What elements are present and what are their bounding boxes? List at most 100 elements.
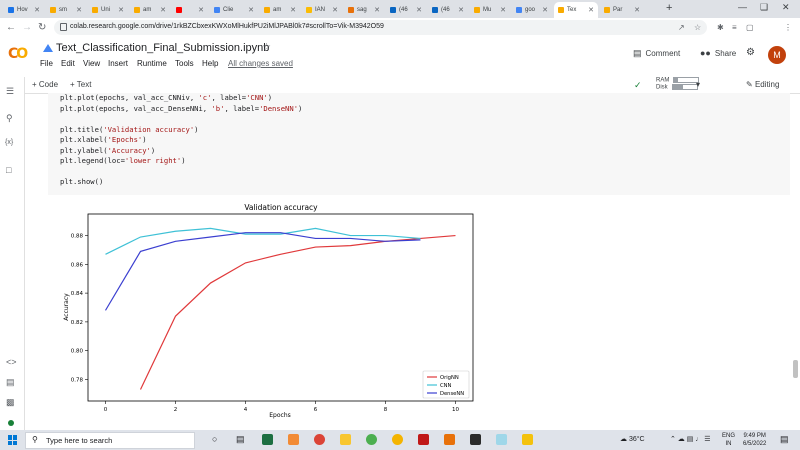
system-tray[interactable]: ⌃ ☁ ▤ ♩ ☰ bbox=[670, 435, 711, 443]
browser-tab[interactable]: Par ✕ bbox=[600, 2, 644, 18]
tab-close-icon[interactable]: ✕ bbox=[588, 6, 594, 14]
new-tab-button[interactable]: + bbox=[666, 2, 672, 14]
tab-close-icon[interactable]: ✕ bbox=[332, 6, 338, 14]
browser-tab[interactable]: ✕ bbox=[172, 2, 208, 18]
browser-tab[interactable]: Uni ✕ bbox=[88, 2, 128, 18]
tab-close-icon[interactable]: ✕ bbox=[290, 6, 296, 14]
menu-file[interactable]: File bbox=[40, 59, 53, 68]
resource-monitor[interactable]: RAM Disk bbox=[656, 77, 700, 90]
maximize-button[interactable]: ❑ bbox=[760, 2, 768, 13]
menu-insert[interactable]: Insert bbox=[108, 59, 128, 68]
tab-close-icon[interactable]: ✕ bbox=[198, 6, 204, 14]
share-button[interactable]: ●● Share bbox=[700, 48, 736, 58]
browser-tab[interactable]: (46 ✕ bbox=[428, 2, 468, 18]
tab-label: Uni bbox=[101, 7, 111, 13]
app-icon[interactable] bbox=[288, 434, 299, 445]
command-palette-icon[interactable]: ▤ bbox=[6, 377, 15, 388]
browser-tab[interactable]: Clie ✕ bbox=[210, 2, 258, 18]
close-window-button[interactable]: ✕ bbox=[782, 2, 790, 13]
browser-menu-icon[interactable]: ⋮ bbox=[784, 23, 792, 32]
browser-tab[interactable]: am ✕ bbox=[130, 2, 170, 18]
notes-app-icon[interactable] bbox=[522, 434, 533, 445]
notebook-title[interactable]: Text_Classification_Final_Submission.ipy… bbox=[56, 42, 269, 54]
menu-runtime[interactable]: Runtime bbox=[137, 59, 167, 68]
sidepanel-icon[interactable]: ▢ bbox=[746, 23, 754, 32]
language-indicator[interactable]: ENG IN bbox=[722, 432, 735, 448]
menu-help[interactable]: Help bbox=[202, 59, 218, 68]
browser-tab[interactable]: sm ✕ bbox=[46, 2, 86, 18]
chrome-canary-icon[interactable] bbox=[392, 434, 403, 445]
tab-close-icon[interactable]: ✕ bbox=[634, 6, 640, 14]
drive-icon[interactable] bbox=[43, 44, 53, 52]
menu-view[interactable]: View bbox=[83, 59, 100, 68]
scrollbar[interactable] bbox=[793, 360, 798, 378]
browser-tab[interactable]: (46 ✕ bbox=[386, 2, 426, 18]
variables-icon[interactable]: {x} bbox=[5, 139, 13, 146]
tab-close-icon[interactable]: ✕ bbox=[374, 6, 380, 14]
task-view-icon[interactable]: ▤ bbox=[236, 434, 245, 445]
excel-icon[interactable] bbox=[262, 434, 273, 445]
avatar[interactable]: M bbox=[768, 46, 786, 64]
file-explorer-icon[interactable] bbox=[340, 434, 351, 445]
clock[interactable]: 9:49 PM 6/5/2022 bbox=[743, 432, 766, 448]
notification-icon[interactable]: ▤ bbox=[780, 434, 789, 445]
bookmark-star-icon[interactable]: ☆ bbox=[694, 23, 701, 32]
add-text-button[interactable]: + Text bbox=[70, 80, 91, 89]
browser-tab[interactable]: Hov ✕ bbox=[4, 2, 44, 18]
save-status[interactable]: All changes saved bbox=[228, 59, 293, 68]
comment-button[interactable]: ▤ Comment bbox=[633, 48, 680, 59]
legend-label: DenseNN bbox=[440, 391, 464, 397]
tab-close-icon[interactable]: ✕ bbox=[34, 6, 40, 14]
browser-tab[interactable]: goo ✕ bbox=[512, 2, 552, 18]
terminal-icon[interactable]: ▩ bbox=[6, 397, 15, 408]
tab-close-icon[interactable]: ✕ bbox=[458, 6, 464, 14]
forward-icon[interactable]: → bbox=[22, 22, 32, 33]
editing-mode[interactable]: ✎ Editing bbox=[746, 80, 779, 89]
chevron-down-icon[interactable]: ▾ bbox=[696, 80, 700, 89]
browser-tab[interactable]: sag ✕ bbox=[344, 2, 384, 18]
windows-start-icon[interactable] bbox=[8, 435, 18, 445]
chrome-icon[interactable] bbox=[314, 434, 325, 445]
minimize-button[interactable]: — bbox=[738, 2, 747, 12]
browser-tab[interactable]: am ✕ bbox=[260, 2, 300, 18]
colab-logo[interactable]: CO bbox=[8, 46, 28, 62]
extensions-icon[interactable]: ✱ bbox=[717, 23, 724, 32]
weather-widget[interactable]: ☁ 36°C bbox=[620, 435, 645, 443]
add-code-button[interactable]: + Code bbox=[32, 80, 58, 89]
menu-tools[interactable]: Tools bbox=[175, 59, 194, 68]
tab-close-icon[interactable]: ✕ bbox=[160, 6, 166, 14]
toc-icon[interactable]: ☰ bbox=[6, 86, 14, 97]
back-icon[interactable]: ← bbox=[6, 22, 16, 33]
gear-icon[interactable]: ⚙ bbox=[746, 47, 755, 58]
share-page-icon[interactable]: ↗ bbox=[678, 23, 685, 32]
browser-tab[interactable]: Tex ✕ bbox=[554, 2, 598, 18]
browser-tab[interactable]: Mu ✕ bbox=[470, 2, 510, 18]
terminal-app-icon[interactable] bbox=[470, 434, 481, 445]
taskbar-search[interactable]: ⚲ Type here to search bbox=[25, 432, 195, 449]
tab-close-icon[interactable]: ✕ bbox=[416, 6, 422, 14]
code-snippets-icon[interactable]: <> bbox=[6, 357, 17, 367]
cortana-icon[interactable]: ○ bbox=[212, 434, 217, 444]
reading-list-icon[interactable]: ≡ bbox=[732, 23, 737, 32]
tab-close-icon[interactable]: ✕ bbox=[76, 6, 82, 14]
tab-close-icon[interactable]: ✕ bbox=[118, 6, 124, 14]
browser-tab[interactable]: IAN ✕ bbox=[302, 2, 342, 18]
star-icon[interactable]: ☆ bbox=[262, 42, 271, 53]
files-icon[interactable]: □ bbox=[6, 165, 11, 175]
address-bar[interactable]: colab.research.google.com/drive/1rkBZCbx… bbox=[54, 20, 707, 35]
code-editor[interactable]: plt.plot(epochs, val_acc_CNNiv, 'c', lab… bbox=[60, 93, 302, 188]
tab-close-icon[interactable]: ✕ bbox=[248, 6, 254, 14]
app-icon[interactable] bbox=[444, 434, 455, 445]
tab-close-icon[interactable]: ✕ bbox=[542, 6, 548, 14]
tab-close-icon[interactable]: ✕ bbox=[500, 6, 506, 14]
tab-favicon-icon bbox=[348, 7, 354, 13]
chrome-profile-icon[interactable] bbox=[366, 434, 377, 445]
settings-app-icon[interactable] bbox=[496, 434, 507, 445]
menu-edit[interactable]: Edit bbox=[61, 59, 75, 68]
comment-icon: ▤ bbox=[633, 48, 642, 58]
search-icon[interactable]: ⚲ bbox=[6, 113, 13, 124]
reload-icon[interactable]: ↻ bbox=[38, 22, 46, 33]
mcafee-icon[interactable] bbox=[418, 434, 429, 445]
code-cell[interactable]: plt.plot(epochs, val_acc_CNNiv, 'c', lab… bbox=[48, 93, 790, 195]
url-text[interactable]: colab.research.google.com/drive/1rkBZCbx… bbox=[70, 23, 384, 30]
